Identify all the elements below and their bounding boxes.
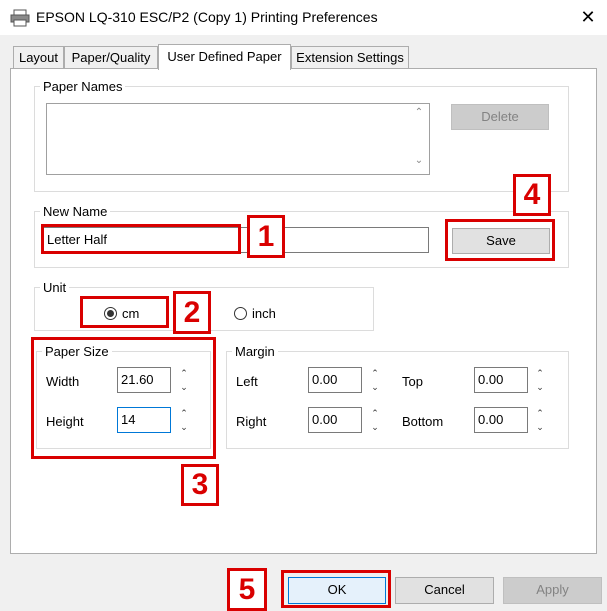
spin-up-icon[interactable]: ⌃ (532, 406, 548, 420)
apply-button[interactable]: Apply (503, 577, 602, 604)
bottom-margin-label: Bottom (402, 414, 444, 429)
paper-names-scrollbar[interactable]: ⌃ ⌄ (410, 104, 428, 172)
top-margin-spinner[interactable]: ⌃ ⌄ (532, 366, 548, 394)
left-margin-spinner[interactable]: ⌃ ⌄ (367, 366, 383, 394)
spin-down-icon[interactable]: ⌄ (532, 420, 548, 434)
right-margin-spinner[interactable]: ⌃ ⌄ (367, 406, 383, 434)
printer-icon (10, 9, 30, 27)
bottom-margin-spinner[interactable]: ⌃ ⌄ (532, 406, 548, 434)
scroll-down-icon[interactable]: ⌄ (410, 154, 428, 172)
margin-group: Margin (226, 344, 569, 449)
scroll-up-icon[interactable]: ⌃ (410, 104, 428, 122)
paper-names-list[interactable] (46, 103, 430, 175)
right-margin-input[interactable]: 0.00 (308, 407, 362, 433)
tab-paper-quality[interactable]: Paper/Quality (64, 46, 158, 68)
spin-up-icon[interactable]: ⌃ (532, 366, 548, 380)
highlight-ok-button (281, 570, 391, 608)
left-margin-label: Left (236, 374, 258, 389)
spin-up-icon[interactable]: ⌃ (367, 366, 383, 380)
spin-down-icon[interactable]: ⌄ (367, 420, 383, 434)
top-margin-label: Top (402, 374, 423, 389)
tab-user-defined-paper[interactable]: User Defined Paper (158, 44, 291, 70)
new-name-legend: New Name (43, 204, 108, 219)
title-bar: EPSON LQ-310 ESC/P2 (Copy 1) Printing Pr… (0, 0, 607, 35)
highlight-cm-option (80, 296, 169, 328)
tab-extension-settings[interactable]: Extension Settings (291, 46, 409, 68)
step-1-marker: 1 (247, 215, 285, 258)
margin-legend: Margin (235, 344, 275, 359)
step-2-marker: 2 (173, 291, 211, 334)
spin-down-icon[interactable]: ⌄ (367, 380, 383, 394)
paper-names-legend: Paper Names (43, 79, 123, 94)
tab-layout[interactable]: Layout (13, 46, 64, 68)
highlight-new-name (41, 224, 241, 254)
right-margin-label: Right (236, 414, 267, 429)
window-title: EPSON LQ-310 ESC/P2 (Copy 1) Printing Pr… (36, 9, 378, 25)
spin-up-icon[interactable]: ⌃ (367, 406, 383, 420)
delete-button[interactable]: Delete (451, 104, 549, 130)
left-margin-input[interactable]: 0.00 (308, 367, 362, 393)
step-4-marker: 4 (513, 174, 551, 216)
top-margin-input[interactable]: 0.00 (474, 367, 528, 393)
inch-label[interactable]: inch (252, 306, 276, 321)
step-5-marker: 5 (227, 568, 267, 611)
spin-down-icon[interactable]: ⌄ (532, 380, 548, 394)
highlight-paper-size (31, 337, 216, 459)
step-3-marker: 3 (181, 464, 219, 506)
cancel-button[interactable]: Cancel (395, 577, 494, 604)
highlight-save-button (445, 219, 555, 261)
unit-legend: Unit (43, 280, 67, 295)
bottom-margin-input[interactable]: 0.00 (474, 407, 528, 433)
inch-radio[interactable] (234, 307, 247, 320)
close-icon[interactable]: ✕ (574, 6, 602, 28)
